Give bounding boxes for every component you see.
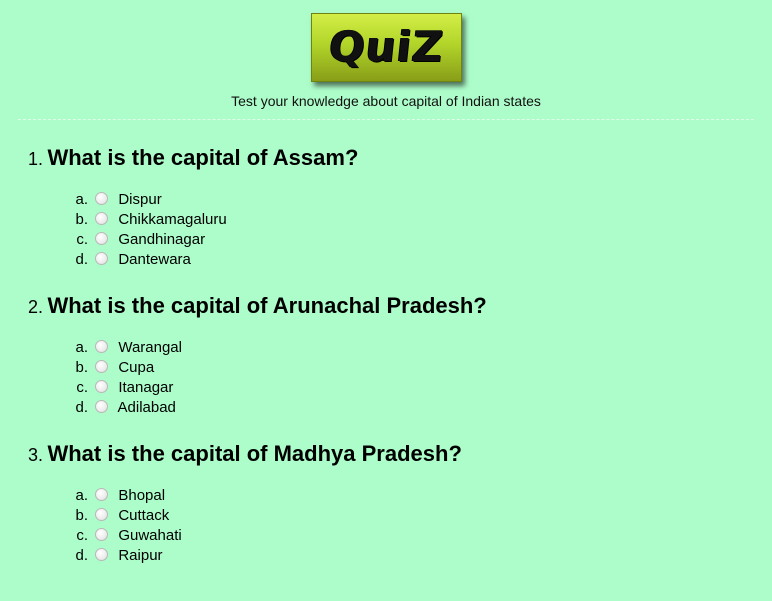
question-1: 1. What is the capital of Assam? a. Disp… (28, 140, 487, 270)
option-item: c. Itanagar (68, 378, 487, 398)
option-letter: d. (75, 547, 88, 564)
header-divider (18, 119, 754, 120)
quiz-logo: QuiZ (310, 13, 462, 82)
option-radio[interactable] (95, 488, 109, 501)
option-letter: d. (75, 399, 88, 416)
option-item: a. Bhopal (68, 486, 487, 506)
option-item: c. Gandhinagar (68, 230, 487, 250)
option-item: d. Raipur (68, 546, 487, 566)
option-list: a. Bhopal b. Cuttack c. Guwahati d. Raip… (28, 486, 487, 566)
option-letter: c. (76, 527, 88, 544)
option-item: d. Dantewara (68, 250, 487, 270)
quiz-page: QuiZ Test your knowledge about capital o… (0, 0, 772, 601)
option-radio[interactable] (95, 360, 109, 373)
option-radio[interactable] (95, 192, 109, 205)
option-item: b. Chikkamagaluru (68, 210, 487, 230)
question-title: 2. What is the capital of Arunachal Prad… (28, 288, 487, 328)
option-label[interactable]: Dantewara (118, 251, 191, 268)
option-radio[interactable] (95, 212, 109, 225)
option-radio[interactable] (95, 380, 109, 393)
question-2: 2. What is the capital of Arunachal Prad… (28, 288, 487, 418)
option-list: a. Warangal b. Cupa c. Itanagar d. Adila… (28, 338, 487, 418)
option-radio[interactable] (95, 528, 109, 541)
question-title: 1. What is the capital of Assam? (28, 140, 487, 180)
option-item: a. Dispur (68, 190, 487, 210)
option-label[interactable]: Raipur (118, 547, 162, 564)
option-radio[interactable] (95, 508, 109, 521)
option-radio[interactable] (95, 252, 109, 265)
option-label[interactable]: Bhopal (118, 487, 165, 504)
option-label[interactable]: Gandhinagar (118, 231, 205, 248)
option-radio[interactable] (95, 232, 109, 245)
question-3: 3. What is the capital of Madhya Pradesh… (28, 436, 487, 566)
option-label[interactable]: Chikkamagaluru (118, 211, 226, 228)
option-letter: a. (75, 487, 88, 504)
option-letter: b. (75, 507, 88, 524)
option-letter: a. (75, 191, 88, 208)
option-list: a. Dispur b. Chikkamagaluru c. Gandhinag… (28, 190, 487, 270)
option-item: c. Guwahati (68, 526, 487, 546)
header: QuiZ Test your knowledge about capital o… (0, 0, 772, 109)
question-number: 2. (28, 297, 44, 317)
question-list: 1. What is the capital of Assam? a. Disp… (28, 140, 487, 584)
option-letter: c. (76, 379, 88, 396)
question-number: 3. (28, 445, 44, 465)
question-text: What is the capital of Assam? (47, 145, 359, 170)
option-item: b. Cupa (68, 358, 487, 378)
question-title: 3. What is the capital of Madhya Pradesh… (28, 436, 487, 476)
option-label[interactable]: Cupa (118, 359, 154, 376)
option-letter: a. (75, 339, 88, 356)
option-label[interactable]: Itanagar (118, 379, 173, 396)
option-label[interactable]: Guwahati (118, 527, 181, 544)
option-letter: d. (75, 251, 88, 268)
option-letter: c. (76, 231, 88, 248)
quiz-logo-text: QuiZ (326, 22, 446, 71)
option-radio[interactable] (95, 548, 109, 561)
option-item: d. Adilabad (68, 398, 487, 418)
option-label[interactable]: Cuttack (118, 507, 169, 524)
option-label[interactable]: Dispur (118, 191, 161, 208)
option-label[interactable]: Warangal (118, 339, 182, 356)
option-radio[interactable] (95, 340, 109, 353)
option-letter: b. (75, 359, 88, 376)
question-text: What is the capital of Arunachal Pradesh… (47, 293, 487, 318)
question-number: 1. (28, 149, 44, 169)
question-text: What is the capital of Madhya Pradesh? (47, 441, 462, 466)
option-item: a. Warangal (68, 338, 487, 358)
option-radio[interactable] (95, 400, 109, 413)
page-subtitle: Test your knowledge about capital of Ind… (231, 93, 541, 109)
option-letter: b. (75, 211, 88, 228)
option-label[interactable]: Adilabad (118, 399, 176, 416)
option-item: b. Cuttack (68, 506, 487, 526)
